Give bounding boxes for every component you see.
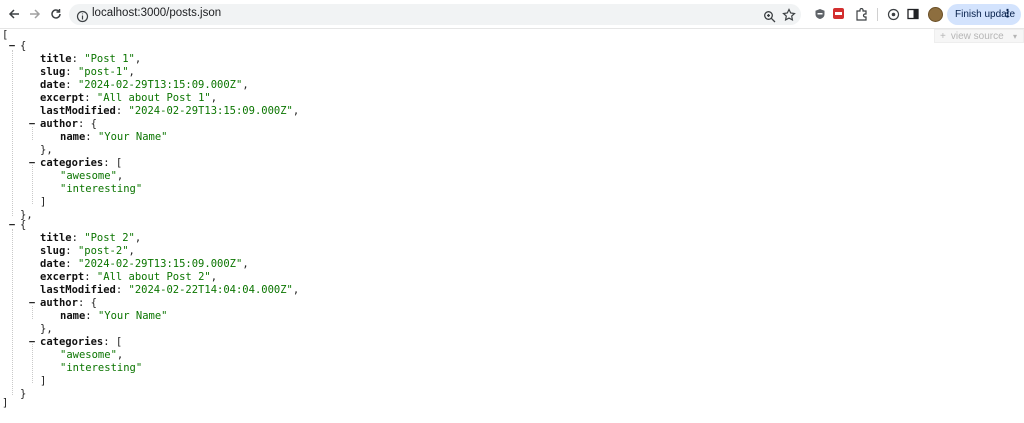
- last-modified-value: "2024-02-22T14:04:04.000Z": [128, 284, 293, 296]
- category-item: "interesting": [60, 183, 143, 195]
- title-key: title: [40, 232, 72, 244]
- title-value: "Post 1": [84, 53, 135, 65]
- date-property: date: "2024-02-29T13:15:09.000Z",: [40, 79, 249, 91]
- categories-close: ]: [40, 196, 47, 208]
- categories-key: categories: [40, 157, 104, 169]
- profile-avatar[interactable]: [928, 7, 943, 22]
- root-array-close: ]: [2, 397, 9, 409]
- date-value: "2024-02-29T13:15:09.000Z": [77, 258, 243, 270]
- red-extension-icon[interactable]: [833, 8, 844, 19]
- back-icon[interactable]: [5, 5, 23, 23]
- categories-property: categories: [: [40, 336, 123, 348]
- toolbar-divider: [877, 8, 878, 21]
- view-source-button[interactable]: + view source ▾: [934, 29, 1024, 43]
- slug-value: "post-2": [77, 245, 129, 257]
- excerpt-property: excerpt: "All about Post 2",: [40, 271, 218, 283]
- author-property: author: {: [40, 297, 97, 309]
- categories-property: categories: [: [40, 157, 123, 169]
- title-value: "Post 2": [84, 232, 135, 244]
- category-item: "awesome",: [60, 349, 124, 361]
- bookmark-star-icon[interactable]: [782, 7, 796, 22]
- json-viewer: [ − { title: "Post 1", slug: "post-1", d…: [0, 29, 934, 423]
- slug-property: slug: "post-1",: [40, 66, 135, 78]
- object-open: {: [20, 219, 27, 231]
- name-key: name: [60, 131, 86, 143]
- media-extension-icon[interactable]: [884, 5, 902, 23]
- author-property: author: {: [40, 118, 97, 130]
- object-open: {: [20, 40, 27, 52]
- more-menu-icon[interactable]: ⋮: [1002, 7, 1013, 20]
- category-item: "interesting": [60, 362, 143, 374]
- last-modified-value: "2024-02-29T13:15:09.000Z": [128, 105, 293, 117]
- slug-property: slug: "post-2",: [40, 245, 135, 257]
- last-modified-property: lastModified: "2024-02-29T13:15:09.000Z"…: [40, 105, 300, 117]
- title-property: title: "Post 1",: [40, 53, 142, 65]
- plus-icon: +: [940, 30, 946, 42]
- author-key: author: [40, 297, 78, 309]
- indent-guide: [32, 344, 33, 383]
- category-item: "awesome",: [60, 170, 124, 182]
- author-name-property: name: "Your Name": [60, 310, 168, 322]
- title-key: title: [40, 53, 72, 65]
- excerpt-key: excerpt: [40, 92, 85, 104]
- collapse-toggle[interactable]: −: [28, 336, 36, 348]
- date-key: date: [40, 79, 66, 91]
- shield-extension-icon[interactable]: [811, 5, 829, 23]
- puzzle-extension-icon[interactable]: [852, 5, 870, 23]
- zoom-icon[interactable]: [763, 8, 776, 23]
- indent-guide: [32, 165, 33, 204]
- categories-key: categories: [40, 336, 104, 348]
- title-property: title: "Post 2",: [40, 232, 142, 244]
- address-bar[interactable]: localhost:3000/posts.json: [69, 4, 801, 25]
- author-name-value: "Your Name": [97, 310, 168, 322]
- slug-key: slug: [40, 245, 66, 257]
- indent-guide: [12, 50, 13, 216]
- name-key: name: [60, 310, 86, 322]
- side-panel-icon[interactable]: [904, 5, 922, 23]
- excerpt-value: "All about Post 2": [96, 271, 211, 283]
- categories-close: ]: [40, 375, 47, 387]
- dropdown-arrow-icon: ▾: [1012, 31, 1017, 41]
- collapse-toggle[interactable]: −: [8, 219, 16, 231]
- collapse-toggle[interactable]: −: [28, 297, 36, 309]
- date-value: "2024-02-29T13:15:09.000Z": [77, 79, 243, 91]
- excerpt-key: excerpt: [40, 271, 85, 283]
- last-modified-property: lastModified: "2024-02-22T14:04:04.000Z"…: [40, 284, 300, 296]
- url-text[interactable]: localhost:3000/posts.json: [92, 7, 221, 19]
- excerpt-value: "All about Post 1": [96, 92, 211, 104]
- view-source-label: view source: [950, 30, 1004, 42]
- collapse-toggle[interactable]: −: [28, 157, 36, 169]
- browser-toolbar: localhost:3000/posts.json Finish update …: [0, 0, 1024, 29]
- author-name-value: "Your Name": [97, 131, 168, 143]
- excerpt-property: excerpt: "All about Post 1",: [40, 92, 218, 104]
- slug-value: "post-1": [77, 66, 129, 78]
- author-close: },: [40, 144, 53, 156]
- slug-key: slug: [40, 66, 66, 78]
- collapse-toggle[interactable]: −: [28, 118, 36, 130]
- collapse-toggle[interactable]: −: [8, 40, 16, 52]
- finish-update-button[interactable]: Finish update ⋮: [947, 4, 1021, 25]
- indent-guide: [12, 229, 13, 395]
- date-key: date: [40, 258, 66, 270]
- date-property: date: "2024-02-29T13:15:09.000Z",: [40, 258, 249, 270]
- author-key: author: [40, 118, 78, 130]
- last-modified-key: lastModified: [40, 105, 116, 117]
- last-modified-key: lastModified: [40, 284, 116, 296]
- forward-icon[interactable]: [26, 5, 44, 23]
- author-name-property: name: "Your Name": [60, 131, 168, 143]
- author-close: },: [40, 323, 53, 335]
- reload-icon[interactable]: [47, 5, 65, 23]
- object-close: }: [20, 388, 27, 400]
- site-info-icon[interactable]: [76, 8, 89, 23]
